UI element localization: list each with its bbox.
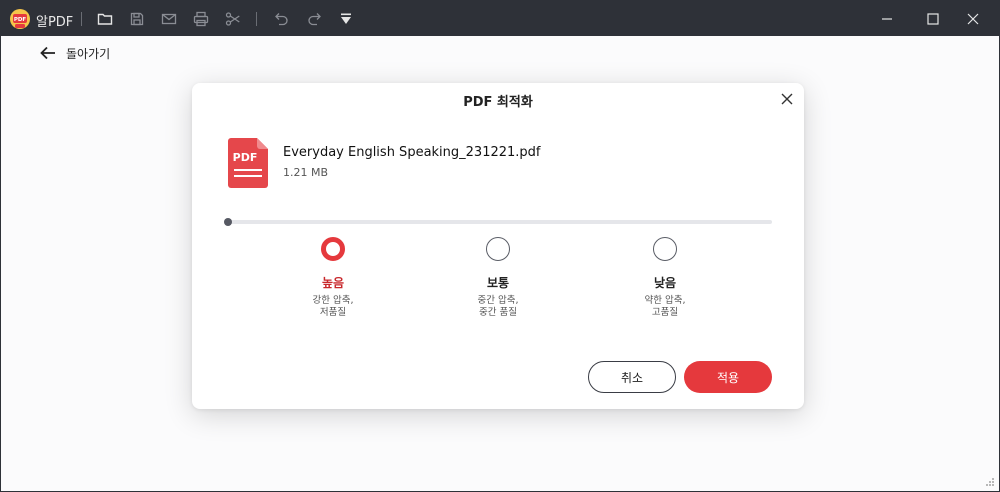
toolbar-divider xyxy=(81,12,82,26)
undo-icon[interactable] xyxy=(273,10,291,28)
svg-text:PDF: PDF xyxy=(14,17,27,23)
open-folder-icon[interactable] xyxy=(96,10,114,28)
option-high-desc-line1: 강한 압축, xyxy=(312,295,354,306)
option-high-desc-line2: 저품질 xyxy=(319,307,347,318)
option-medium-label: 보통 xyxy=(486,276,510,290)
save-icon[interactable] xyxy=(128,10,146,28)
scissors-icon[interactable] xyxy=(224,10,242,28)
option-medium[interactable]: 보통 중간 압축, 중간 품질 xyxy=(433,237,563,319)
toolbar-divider xyxy=(256,12,257,26)
dialog-close-icon[interactable] xyxy=(779,91,795,107)
option-low-desc: 약한 압축, 고품질 xyxy=(600,295,730,319)
dropdown-menu-icon[interactable] xyxy=(337,10,355,28)
option-high-desc: 강한 압축, 저품질 xyxy=(268,295,398,319)
option-low-desc-line2: 고품질 xyxy=(651,307,679,318)
app-title: 알PDF xyxy=(36,15,74,30)
app-window: PDF 알PDF 돌아가기 PDF 최적화 PDF Everyday Engli… xyxy=(0,0,1000,492)
optimize-dialog: PDF 최적화 PDF Everyday English Speaking_23… xyxy=(192,83,804,409)
app-logo-icon: PDF xyxy=(10,9,30,29)
option-high-label: 높음 xyxy=(321,276,345,290)
maximize-icon[interactable] xyxy=(923,9,943,29)
radio-low[interactable] xyxy=(653,237,677,261)
back-button[interactable]: 돌아가기 xyxy=(39,44,110,62)
back-label: 돌아가기 xyxy=(66,46,111,61)
radio-high[interactable] xyxy=(321,237,345,261)
print-icon[interactable] xyxy=(192,10,210,28)
apply-button[interactable]: 적용 xyxy=(684,361,772,393)
option-high[interactable]: 높음 강한 압축, 저품질 xyxy=(268,237,398,319)
arrow-left-icon xyxy=(40,46,55,60)
file-icon-label: PDF xyxy=(233,151,258,164)
redo-icon[interactable] xyxy=(305,10,323,28)
option-low[interactable]: 낮음 약한 압축, 고품질 xyxy=(600,237,730,319)
file-name: Everyday English Speaking_231221.pdf xyxy=(283,145,541,160)
minimize-icon[interactable] xyxy=(877,9,897,29)
compression-slider-track[interactable] xyxy=(228,220,772,224)
resize-grip-icon[interactable] xyxy=(985,477,995,487)
option-medium-desc-line1: 중간 압축, xyxy=(477,295,519,306)
radio-medium[interactable] xyxy=(486,237,510,261)
option-medium-desc-line2: 중간 품질 xyxy=(479,307,517,318)
file-size: 1.21 MB xyxy=(283,166,329,179)
option-low-label: 낮음 xyxy=(653,276,677,290)
title-bar: PDF 알PDF xyxy=(1,1,999,36)
dialog-title: PDF 최적화 xyxy=(463,95,533,110)
cancel-button[interactable]: 취소 xyxy=(588,361,676,393)
option-medium-desc: 중간 압축, 중간 품질 xyxy=(433,295,563,319)
compression-slider-handle[interactable] xyxy=(224,218,232,226)
mail-icon[interactable] xyxy=(160,10,178,28)
close-icon[interactable] xyxy=(963,9,983,29)
option-low-desc-line1: 약한 압축, xyxy=(644,295,686,306)
pdf-file-icon: PDF xyxy=(228,138,268,188)
